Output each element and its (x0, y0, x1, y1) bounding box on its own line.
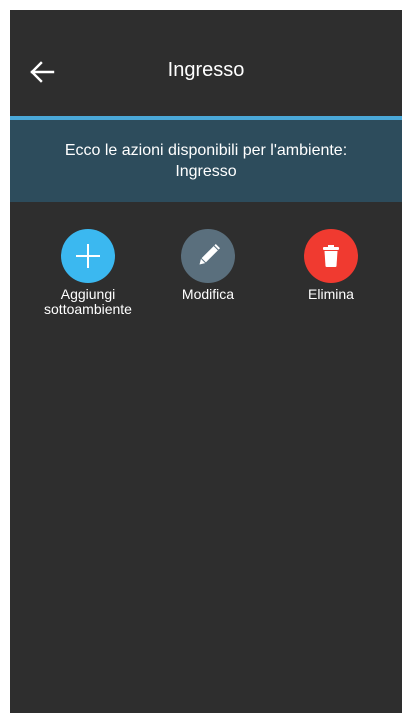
edit-button[interactable]: Modifica (153, 229, 263, 302)
delete-label: Elimina (308, 286, 354, 302)
pencil-icon (199, 243, 221, 265)
edit-label: Modifica (181, 286, 235, 302)
plus-icon (76, 244, 100, 268)
delete-circle[interactable] (304, 229, 358, 283)
page-title: Ingresso (167, 59, 245, 81)
add-subroom-circle[interactable] (61, 229, 115, 283)
banner-text-line2: Ingresso (175, 163, 237, 180)
app-bar: Ingresso (10, 10, 402, 116)
delete-button[interactable]: Elimina (276, 229, 386, 302)
add-subroom-button[interactable]: Aggiungi sottoambiente (33, 229, 143, 317)
app-screen: Ingresso Ecco le azioni disponibili per … (10, 10, 402, 713)
add-subroom-label: Aggiungi sottoambiente (44, 286, 132, 317)
edit-circle[interactable] (181, 229, 235, 283)
trash-icon (323, 245, 339, 267)
info-banner: Ecco le azioni disponibili per l'ambient… (10, 120, 402, 202)
banner-text-line1: Ecco le azioni disponibili per l'ambient… (64, 142, 348, 159)
